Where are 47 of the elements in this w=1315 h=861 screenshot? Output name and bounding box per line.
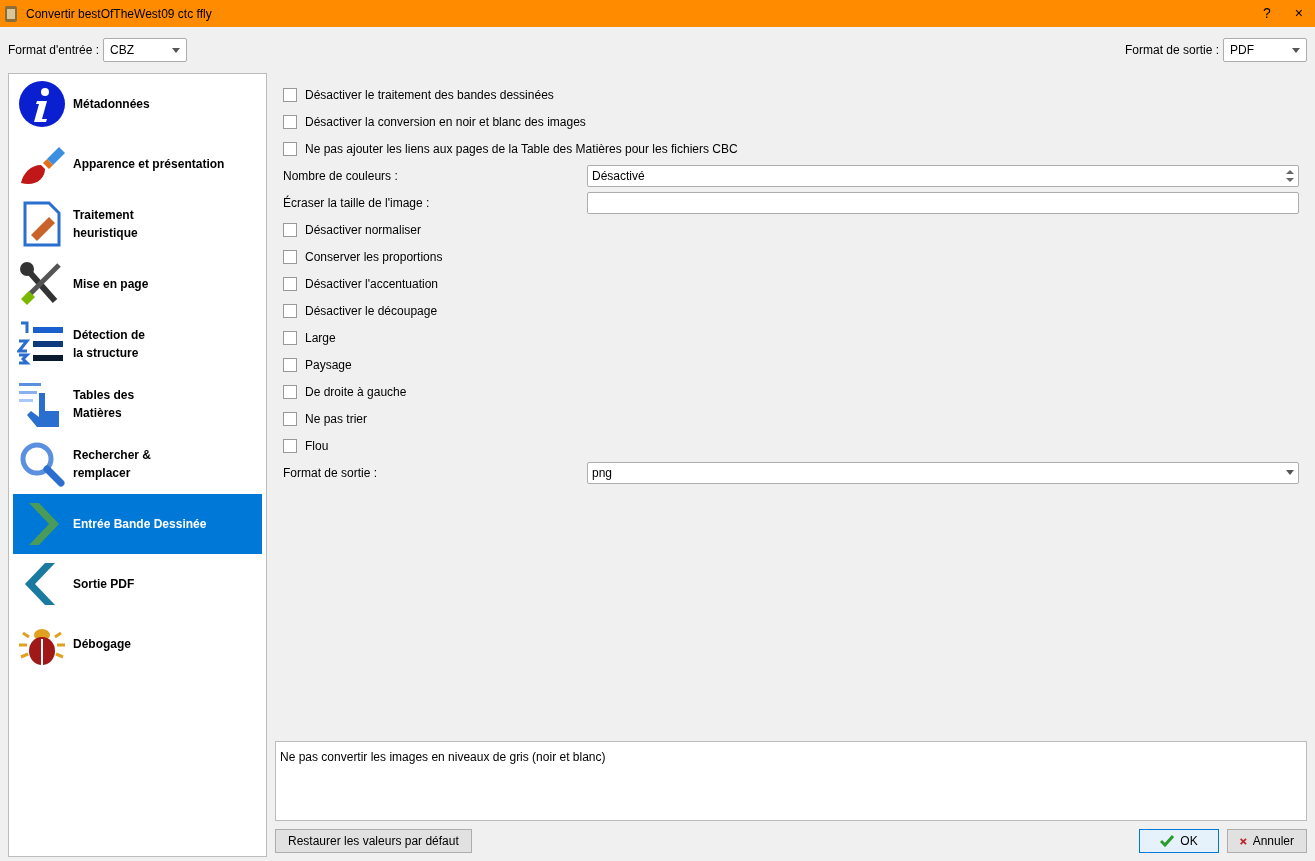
checkbox-option[interactable]: De droite à gauche bbox=[283, 382, 407, 401]
sidebar-item[interactable]: Sortie PDF bbox=[13, 554, 262, 614]
checkbox-option[interactable]: Ne pas ajouter les liens aux pages de la Table des Matières pour les fichiers CBC bbox=[283, 139, 738, 158]
info-icon bbox=[17, 79, 67, 129]
cross-icon bbox=[1240, 835, 1247, 847]
field-label: Format de sortie : bbox=[283, 464, 379, 482]
sidebar-item[interactable]: Tables des Matières bbox=[13, 374, 262, 434]
caret-icon bbox=[1286, 470, 1294, 475]
spin-arrows-icon bbox=[1286, 168, 1294, 183]
checkbox-option[interactable]: Paysage bbox=[283, 355, 352, 374]
app-icon bbox=[4, 4, 18, 23]
output-format-dropdown[interactable]: PDF bbox=[1223, 38, 1307, 62]
caret-icon bbox=[1292, 47, 1300, 53]
input-format-dropdown[interactable]: CBZ bbox=[103, 38, 187, 62]
output-format-label: Format de sortie : bbox=[1124, 42, 1219, 59]
window-title: Convertir bestOfTheWest09 ctc ffly bbox=[26, 5, 212, 23]
checkbox-option[interactable]: Désactiver le traitement des bandes dessinées bbox=[283, 85, 554, 104]
close-button[interactable]: × bbox=[1282, 0, 1315, 27]
check-icon bbox=[1160, 835, 1175, 847]
ok-button[interactable]: OK bbox=[1139, 829, 1219, 853]
color-count-spinbox[interactable]: Désactivé bbox=[587, 164, 1299, 187]
checkbox-option[interactable]: Désactiver le découpage bbox=[283, 301, 438, 320]
sidebar-item[interactable]: Débogage bbox=[13, 614, 262, 674]
checkbox-option[interactable]: Flou bbox=[283, 436, 329, 455]
checkbox-option[interactable]: Large bbox=[283, 328, 336, 347]
output-format-dropdown[interactable]: png bbox=[587, 461, 1299, 484]
checkbox-option[interactable]: Désactiver la conversion en noir et blanc des images bbox=[283, 112, 586, 131]
input-format-label: Format d'entrée : bbox=[8, 42, 99, 59]
cancel-button[interactable]: Annuler bbox=[1227, 829, 1307, 853]
sidebar-item[interactable]: Métadonnées bbox=[13, 74, 262, 134]
field-label: Nombre de couleurs : bbox=[283, 167, 399, 185]
checkbox-option[interactable]: Ne pas trier bbox=[283, 409, 368, 428]
caret-icon bbox=[172, 47, 180, 53]
checkbox-option[interactable]: Conserver les proportions bbox=[283, 247, 443, 266]
sidebar-item[interactable]: Apparence et présentation bbox=[13, 134, 262, 194]
image-size-input-field[interactable] bbox=[587, 191, 1299, 214]
sidebar-item[interactable]: Rechercher & remplacer bbox=[13, 434, 262, 494]
checkbox-option[interactable]: Désactiver normaliser bbox=[283, 220, 422, 239]
sidebar-item[interactable]: Détection de la structure bbox=[13, 314, 262, 374]
checkbox-option[interactable]: Désactiver l'accentuation bbox=[283, 274, 439, 293]
help-button[interactable]: ? bbox=[1251, 0, 1283, 27]
sidebar-item[interactable]: Mise en page bbox=[13, 254, 262, 314]
sidebar-item[interactable]: Traitement heuristique bbox=[13, 194, 262, 254]
restore-defaults-button[interactable]: Restaurer les valeurs par défaut bbox=[275, 829, 472, 853]
sidebar-item[interactable]: Entrée Bande Dessinée bbox=[13, 494, 262, 554]
field-label: Écraser la taille de l'image : bbox=[283, 194, 431, 212]
description-text: Ne pas convertir les images en niveaux de gris (noir et blanc) bbox=[275, 741, 1307, 821]
